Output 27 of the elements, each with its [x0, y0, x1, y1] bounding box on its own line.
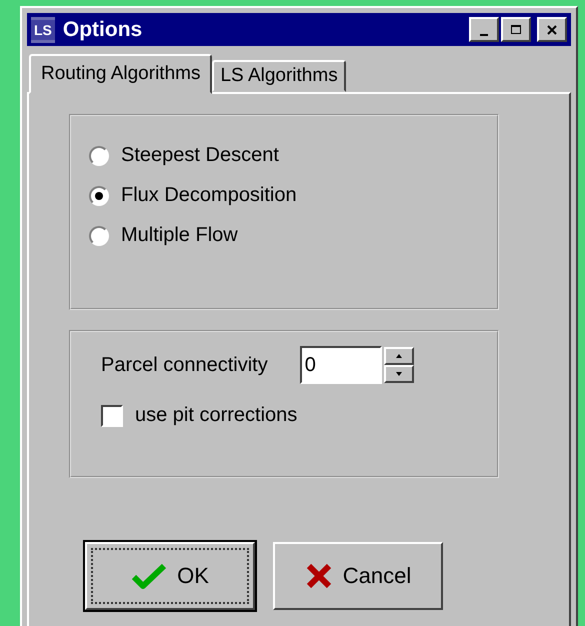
minimize-icon	[480, 34, 488, 36]
up-arrow-icon	[396, 354, 402, 358]
close-button[interactable]	[537, 17, 567, 42]
down-arrow-icon	[396, 372, 402, 376]
app-icon: LS	[31, 16, 55, 42]
spinner[interactable]	[384, 347, 414, 383]
tab[interactable]: Routing Algorithms	[29, 54, 212, 94]
field-label: Parcel connectivity	[101, 354, 268, 376]
radio-button[interactable]	[89, 146, 109, 166]
radio-label: Steepest Descent	[121, 144, 279, 167]
checkbox[interactable]	[101, 404, 123, 426]
window-title: Options	[62, 18, 144, 42]
close-icon	[546, 24, 558, 36]
radio-button[interactable]	[89, 226, 109, 246]
cancel-button[interactable]: Cancel	[273, 542, 443, 610]
minimize-button[interactable]	[469, 17, 499, 42]
maximize-button[interactable]	[501, 17, 531, 42]
checkmark-icon	[131, 563, 168, 589]
ok-button[interactable]: OK	[85, 542, 255, 610]
number-field[interactable]: 0	[300, 346, 382, 384]
checkbox-label: use pit corrections	[135, 404, 298, 427]
radio-label: Multiple Flow	[121, 224, 238, 247]
radio-label: Flux Decomposition	[121, 184, 297, 207]
cross-icon	[304, 563, 333, 589]
radio-button[interactable]	[89, 186, 109, 206]
maximize-icon	[510, 24, 522, 36]
tab[interactable]: LS Algorithms	[212, 60, 346, 92]
